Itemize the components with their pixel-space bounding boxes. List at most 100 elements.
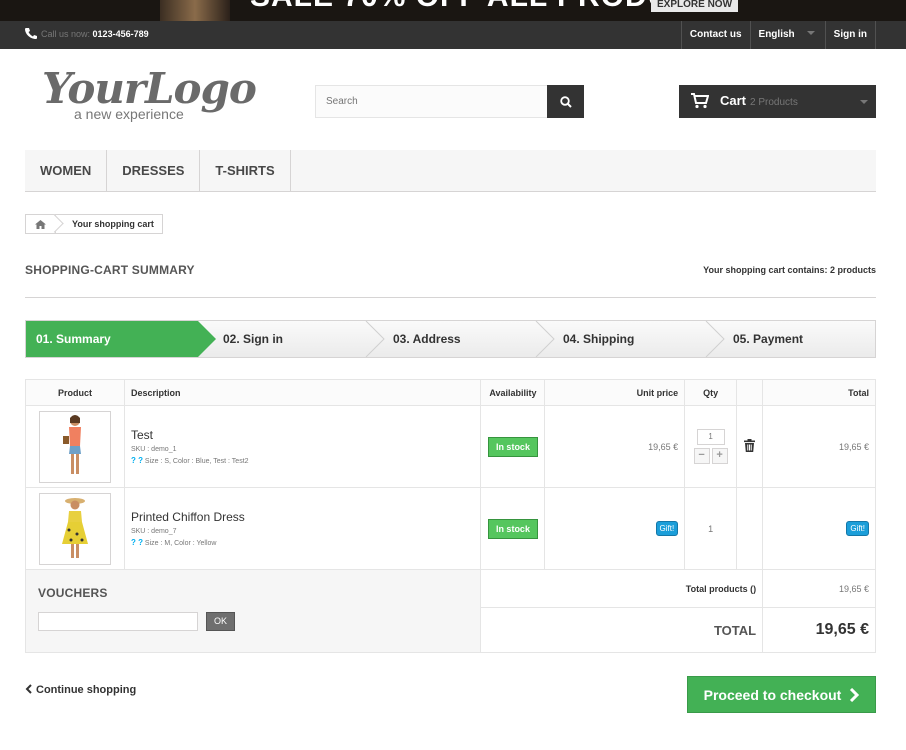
continue-shopping-link[interactable]: Continue shopping [25, 684, 136, 696]
table-row: Printed Chiffon Dress SKU : demo_7 ? ? S… [25, 487, 876, 570]
product-image-cell [25, 405, 125, 488]
cart-label-text: Cart [720, 93, 747, 108]
voucher-ok-button[interactable]: OK [206, 612, 236, 631]
phone-icon [25, 28, 37, 39]
explore-now-button[interactable]: EXPLORE NOW [651, 0, 739, 12]
step-payment[interactable]: 05. Payment [733, 332, 803, 346]
sign-in-link[interactable]: Sign in [824, 21, 876, 49]
promo-banner[interactable]: SALE 70% OFF ALL PRODUCTS EXPLORE NOW [0, 0, 906, 21]
page-title: SHOPPING-CART SUMMARY [25, 263, 195, 277]
availability-cell: In stock [480, 487, 546, 570]
step-shipping[interactable]: 04. Shipping [563, 332, 634, 346]
attribute-text: Size : S, Color : Blue, Test : Test2 [144, 458, 249, 465]
product-image [61, 497, 88, 558]
phone-info: Call us now: 0123-456-789 [25, 28, 149, 39]
unit-price-cell: Gift! [544, 487, 686, 570]
col-header-product: Product [25, 379, 125, 406]
in-stock-badge: In stock [487, 436, 538, 457]
vouchers-panel: VOUCHERS OK [24, 569, 482, 653]
line-total-cell: Gift! [762, 487, 876, 570]
step-sign-in[interactable]: 02. Sign in [223, 332, 283, 346]
menu-item-dresses[interactable]: DRESSES [107, 150, 201, 191]
chevron-left-icon [25, 684, 32, 694]
trash-icon[interactable] [744, 439, 756, 452]
attribute-marks: ? ? [130, 538, 143, 547]
call-label: Call us now: [41, 29, 91, 39]
product-thumbnail[interactable] [38, 410, 111, 483]
banner-image [160, 0, 230, 21]
breadcrumb: Your shopping cart [25, 214, 163, 234]
search-icon [559, 95, 572, 108]
product-name-link[interactable]: Test [131, 428, 475, 442]
col-header-unit-price: Unit price [544, 379, 686, 406]
qty-value: 1 [684, 487, 738, 570]
qty-decrease-button[interactable]: − [693, 448, 710, 464]
product-description-cell: Test SKU : demo_1 ? ? Size : S, Color : … [123, 405, 482, 488]
col-header-total: Total [762, 379, 876, 406]
checkout-label: Proceed to checkout [703, 686, 842, 703]
search-input[interactable] [315, 85, 548, 118]
product-thumbnail[interactable] [38, 492, 111, 565]
col-header-delete [736, 379, 764, 406]
quantity-input[interactable]: 1 [696, 429, 725, 445]
total-products-label: Total products () [480, 569, 764, 608]
col-header-qty: Qty [684, 379, 738, 406]
attribute-text: Size : M, Color : Yellow [144, 540, 217, 547]
total-products-row: VOUCHERS OK Total products () 19,65 € [24, 569, 876, 653]
cart-icon [691, 93, 709, 109]
total-label: TOTAL [480, 607, 764, 653]
product-sku: SKU : demo_7 [130, 528, 177, 535]
cart-count: 2 Products [750, 97, 798, 108]
phone-number: 0123-456-789 [92, 29, 149, 39]
cart-summary-count: Your shopping cart contains: 2 products [703, 265, 876, 275]
total-products-value: 19,65 € [762, 569, 876, 608]
qty-increase-button[interactable]: + [711, 448, 728, 464]
unit-price: 19,65 € [544, 405, 686, 488]
divider [25, 297, 876, 298]
in-stock-badge: In stock [487, 518, 538, 539]
step-summary[interactable]: 01. Summary [36, 332, 111, 346]
product-sku: SKU : demo_1 [130, 446, 177, 453]
logo-tagline: a new experience [74, 106, 184, 122]
product-description-cell: Printed Chiffon Dress SKU : demo_7 ? ? S… [123, 487, 482, 570]
attribute-marks: ? ? [130, 456, 143, 465]
gift-badge: Gift! [655, 521, 679, 536]
line-total: 19,65 € [762, 405, 876, 488]
availability-cell: In stock [480, 405, 546, 488]
step-divider [535, 321, 555, 357]
chevron-right-icon [850, 687, 860, 702]
main-menu: WOMEN DRESSES T-SHIRTS [25, 150, 876, 192]
home-icon [35, 219, 46, 229]
chevron-down-icon [806, 31, 815, 35]
cart-dropdown[interactable]: Cart 2 Products [679, 85, 876, 118]
language-selector[interactable]: English [749, 21, 825, 49]
contact-us-link[interactable]: Contact us [680, 21, 750, 49]
menu-item-women[interactable]: WOMEN [25, 150, 108, 191]
delete-cell [736, 405, 764, 488]
checkout-steps: 01. Summary 02. Sign in 03. Address 04. … [25, 320, 876, 358]
product-name-link[interactable]: Printed Chiffon Dress [131, 510, 475, 524]
step-divider [365, 321, 385, 357]
delete-cell [736, 487, 764, 570]
step-address[interactable]: 03. Address [393, 332, 461, 346]
product-attributes[interactable]: ? ? Size : M, Color : Yellow [131, 538, 475, 547]
menu-item-t-shirts[interactable]: T-SHIRTS [200, 150, 291, 191]
top-nav-bar: Call us now: 0123-456-789 Contact us Eng… [0, 21, 906, 49]
search-button[interactable] [547, 85, 584, 118]
product-image-cell [25, 487, 125, 570]
cart-table: Product Description Availability Unit pr… [24, 379, 876, 653]
qty-cell: 1 − + [684, 405, 738, 488]
language-label: English [758, 29, 795, 40]
product-attributes[interactable]: ? ? Size : S, Color : Blue, Test : Test2 [131, 456, 475, 465]
chevron-down-icon [860, 100, 868, 104]
gift-badge: Gift! [846, 521, 869, 536]
vouchers-title: VOUCHERS [38, 586, 108, 600]
site-logo[interactable]: YourLogo a new experience [42, 64, 262, 124]
breadcrumb-home[interactable] [26, 215, 56, 233]
cart-label: Cart 2 Products [720, 93, 798, 108]
table-header-row: Product Description Availability Unit pr… [25, 379, 876, 406]
product-image [62, 414, 81, 474]
col-header-description: Description [123, 379, 482, 406]
proceed-to-checkout-button[interactable]: Proceed to checkout [687, 676, 876, 713]
voucher-code-input[interactable] [38, 612, 198, 631]
